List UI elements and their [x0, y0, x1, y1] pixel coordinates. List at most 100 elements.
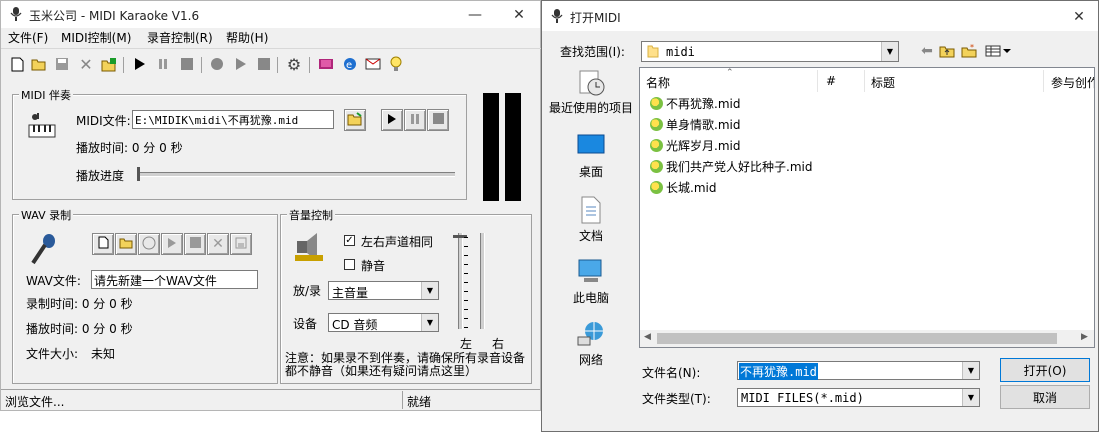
play-rec-select[interactable]: 主音量 ▼	[328, 281, 439, 300]
midi-progress-slider[interactable]	[137, 167, 455, 182]
menu-file[interactable]: 文件(F)	[8, 29, 48, 46]
play-rec-value: 主音量	[332, 286, 369, 300]
list-item[interactable]: 不再犹豫.mid	[650, 94, 740, 112]
stop-icon[interactable]	[178, 55, 196, 73]
karaoke-title: 玉米公司 - MIDI Karaoke V1.6	[29, 9, 200, 23]
menu-help[interactable]: 帮助(H)	[226, 29, 268, 46]
toolbar-separator	[309, 57, 310, 73]
place-this-pc[interactable]: 此电脑	[548, 257, 634, 306]
play-icon[interactable]	[131, 55, 149, 73]
delete-icon[interactable]: ✕	[77, 55, 95, 74]
device-label: 设备	[293, 317, 318, 331]
close-icon[interactable]: ✕	[1064, 3, 1094, 30]
karaoke-titlebar[interactable]: 玉米公司 - MIDI Karaoke V1.6 — ✕	[1, 1, 540, 28]
new-file-icon[interactable]	[8, 55, 26, 73]
toolbar-separator	[201, 57, 202, 73]
filename-value[interactable]: 不再犹豫.mid	[739, 363, 818, 380]
play-record-icon[interactable]	[232, 55, 250, 73]
place-recent[interactable]: 最近使用的项目	[548, 69, 634, 116]
column-contributors[interactable]: 参与创作	[1051, 74, 1094, 91]
column-name[interactable]: 名称	[646, 74, 670, 91]
place-recent-label: 最近使用的项目	[548, 101, 633, 115]
new-folder-icon[interactable]: *	[960, 42, 978, 60]
stop-icon	[432, 113, 444, 127]
place-network[interactable]: 网络	[548, 319, 634, 368]
settings-gear-icon[interactable]: ⚙	[285, 55, 303, 74]
scroll-right-icon[interactable]: ▶	[1081, 332, 1088, 342]
place-desktop[interactable]: 桌面	[548, 133, 634, 180]
open-button[interactable]: 打开(O)	[1000, 358, 1090, 382]
cancel-button[interactable]: 取消	[1000, 385, 1090, 409]
import-icon[interactable]	[100, 55, 118, 73]
chevron-down-icon[interactable]: ▼	[962, 389, 979, 406]
midi-open-folder-button[interactable]	[344, 109, 366, 131]
chevron-down-icon[interactable]: ▼	[962, 362, 979, 379]
menu-record[interactable]: 录音控制(R)	[147, 29, 213, 46]
up-folder-icon[interactable]	[938, 42, 956, 60]
mute-checkbox[interactable]	[344, 259, 355, 270]
midi-stop-button[interactable]	[427, 109, 449, 131]
chevron-down-icon[interactable]: ▼	[421, 282, 438, 299]
wav-file-field[interactable]: 请先新建一个WAV文件	[91, 270, 258, 289]
list-item[interactable]: 我们共产党人好比种子.mid	[650, 157, 812, 175]
help-book-icon[interactable]	[317, 55, 335, 73]
volume-slider-right[interactable]	[475, 233, 489, 329]
list-item[interactable]: 光辉岁月.mid	[650, 136, 740, 154]
list-item[interactable]: 长城.mid	[650, 178, 716, 196]
svg-text:*: *	[970, 44, 974, 52]
column-title[interactable]: 标题	[871, 74, 895, 91]
open-midi-dialog: 打开MIDI ✕ 查找范围(I): midi ▼ ⬅ * 最近使用的项目 桌面 …	[541, 0, 1099, 432]
midi-play-button[interactable]	[381, 109, 403, 131]
wav-size-label: 文件大小:	[26, 347, 79, 361]
wav-stop-button[interactable]	[184, 233, 206, 255]
file-list-view[interactable]: ⌃ 名称 # 标题 参与创作 不再犹豫.mid 单身情歌.mid 光辉岁月.mi…	[639, 67, 1095, 348]
place-documents[interactable]: 文档	[548, 195, 634, 244]
chevron-down-icon[interactable]: ▼	[421, 314, 438, 331]
email-icon[interactable]	[364, 55, 382, 73]
slider-track	[458, 233, 463, 329]
record-icon[interactable]	[208, 55, 226, 73]
menu-midi[interactable]: MIDI控制(M)	[61, 29, 131, 46]
wav-delete-button[interactable]: ✕	[207, 233, 229, 255]
file-name: 不再犹豫.mid	[666, 96, 741, 111]
wav-play-button[interactable]	[161, 233, 183, 255]
right-channel-label: 右	[492, 337, 505, 351]
volume-slider-left[interactable]	[453, 233, 468, 329]
view-menu-icon[interactable]	[983, 42, 1013, 60]
pause-icon[interactable]	[154, 55, 172, 73]
volume-note[interactable]: 注意：如果录不到伴奏，请确保所有录音设备都不静音（如果还有疑问请点这里）	[285, 352, 529, 378]
toolbar-separator	[123, 57, 124, 73]
save-icon	[235, 237, 247, 252]
column-divider[interactable]	[1043, 70, 1044, 92]
wav-record-button[interactable]	[138, 233, 160, 255]
wav-size-value: 未知	[91, 347, 116, 361]
dialog-titlebar[interactable]: 打开MIDI ✕	[542, 1, 1098, 31]
column-divider[interactable]	[817, 70, 818, 92]
device-select[interactable]: CD 音频 ▼	[328, 313, 439, 332]
scroll-left-icon[interactable]: ◀	[644, 332, 651, 342]
lookin-select[interactable]: midi ▼	[641, 41, 899, 62]
back-arrow-icon[interactable]: ⬅	[918, 42, 936, 60]
wav-save-button[interactable]	[230, 233, 252, 255]
scroll-thumb[interactable]	[657, 333, 1057, 344]
progress-thumb[interactable]	[137, 167, 140, 181]
wav-open-button[interactable]	[115, 233, 137, 255]
midi-file-field[interactable]: E:\MIDIK\midi\不再犹豫.mid	[132, 110, 334, 129]
wav-new-button[interactable]	[92, 233, 114, 255]
filename-combo[interactable]: 不再犹豫.mid ▼	[737, 361, 980, 380]
close-icon[interactable]: ✕	[497, 1, 541, 28]
lightbulb-icon[interactable]	[387, 55, 405, 73]
column-divider[interactable]	[864, 70, 865, 92]
save-icon[interactable]	[53, 55, 71, 73]
lr-same-checkbox[interactable]: ✓	[344, 235, 355, 246]
midi-pause-button[interactable]	[404, 109, 426, 131]
minimize-button[interactable]: —	[453, 1, 497, 28]
column-number[interactable]: #	[826, 74, 836, 88]
ie-browser-icon[interactable]: e	[341, 55, 359, 73]
open-folder-icon[interactable]	[30, 55, 48, 73]
horizontal-scrollbar[interactable]: ◀ ▶	[640, 330, 1094, 347]
chevron-down-icon[interactable]: ▼	[881, 42, 898, 61]
stop-record-icon[interactable]	[255, 55, 273, 73]
filetype-select[interactable]: MIDI FILES(*.mid) ▼	[737, 388, 980, 407]
list-item[interactable]: 单身情歌.mid	[650, 115, 740, 133]
